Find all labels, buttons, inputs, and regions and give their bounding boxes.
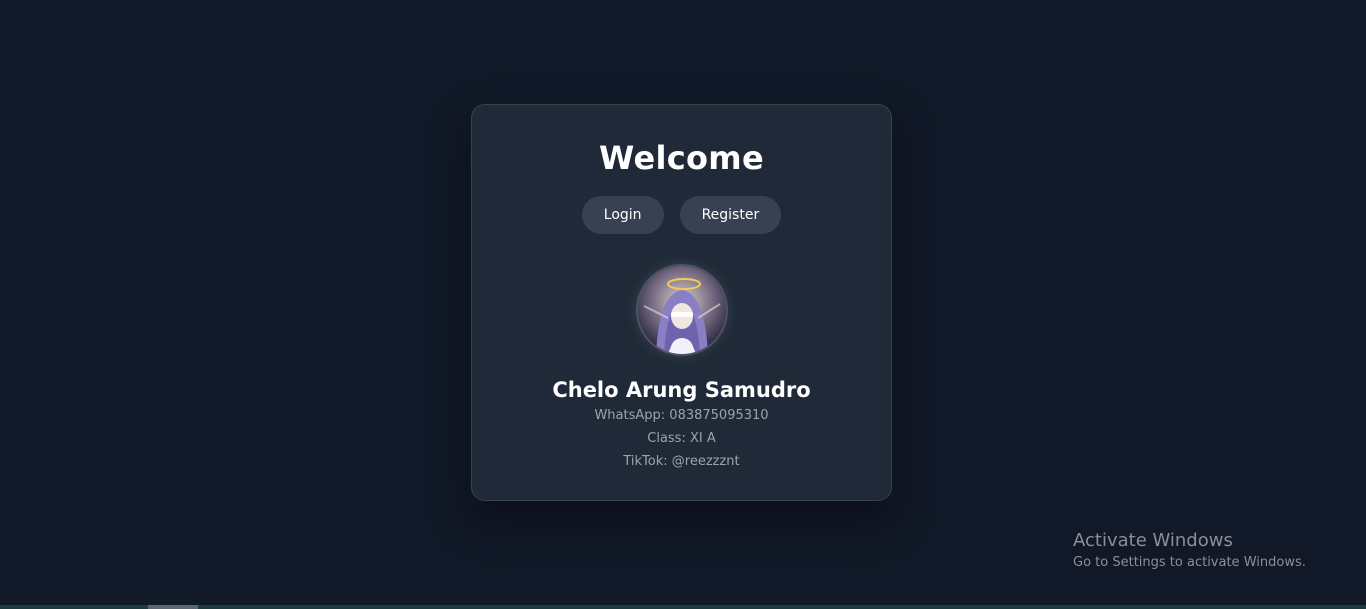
page: Welcome Login Register Chelo Arung Samud… bbox=[0, 0, 1366, 609]
avatar-image bbox=[638, 266, 726, 354]
card-title: Welcome bbox=[599, 139, 764, 177]
watermark-title: Activate Windows bbox=[1073, 530, 1233, 551]
register-button[interactable]: Register bbox=[679, 196, 782, 234]
tiktok-info: TikTok: @reezzznt bbox=[623, 454, 740, 469]
taskbar-edge bbox=[0, 605, 1366, 609]
taskbar-indicator bbox=[148, 605, 198, 609]
whatsapp-info: WhatsApp: 083875095310 bbox=[594, 408, 769, 423]
watermark-subtitle: Go to Settings to activate Windows. bbox=[1073, 555, 1306, 570]
auth-buttons: Login Register bbox=[472, 196, 891, 234]
login-button[interactable]: Login bbox=[581, 196, 664, 234]
activate-windows-watermark: Activate Windows Go to Settings to activ… bbox=[1073, 529, 1306, 572]
avatar bbox=[636, 264, 728, 356]
welcome-card: Welcome Login Register Chelo Arung Samud… bbox=[471, 104, 892, 501]
class-info: Class: XI A bbox=[647, 431, 716, 446]
profile-name: Chelo Arung Samudro bbox=[552, 378, 811, 402]
